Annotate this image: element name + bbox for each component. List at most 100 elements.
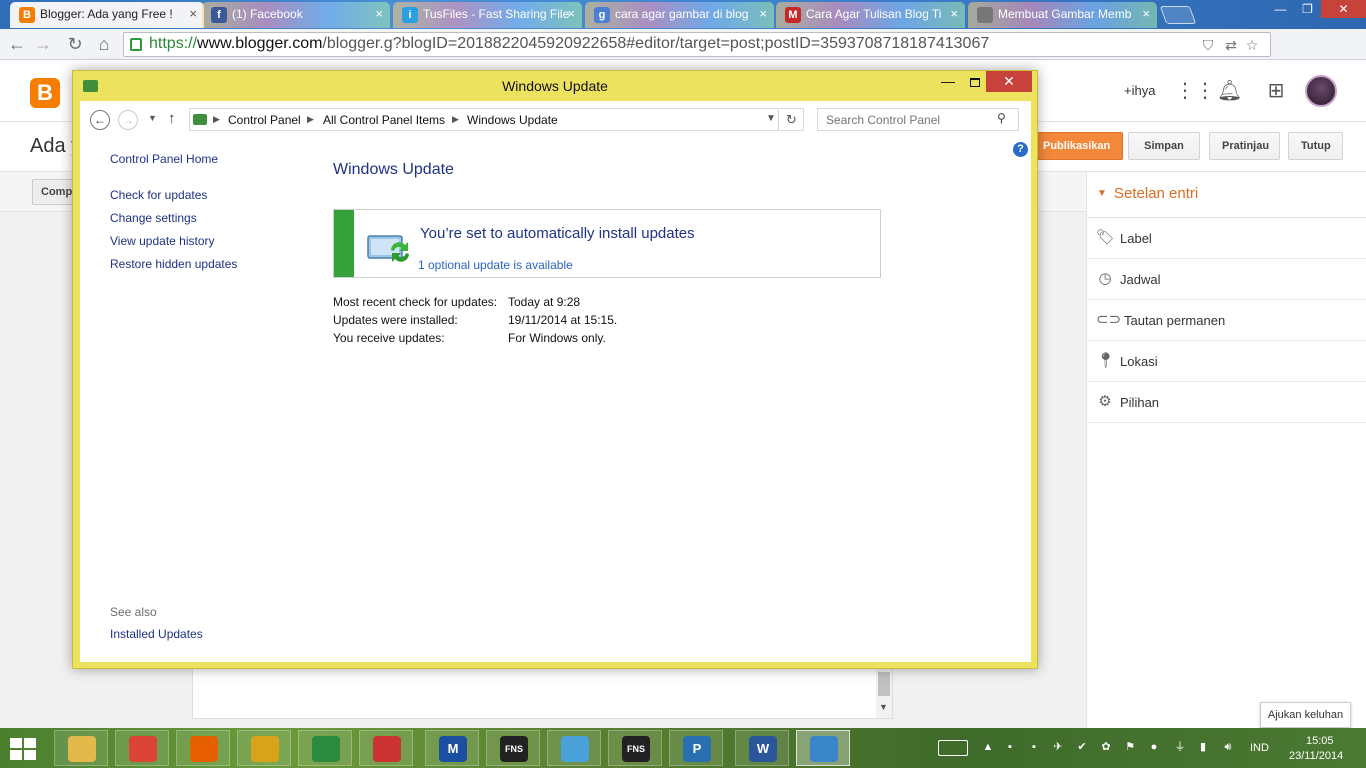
action-center-flag-icon[interactable]: ⚑ <box>1123 740 1137 754</box>
forward-arrow-icon[interactable]: → <box>32 33 54 55</box>
close-icon[interactable]: × <box>1142 2 1150 26</box>
taskbar-app-file-explorer[interactable] <box>54 730 108 766</box>
address-bar[interactable]: https://www.blogger.com/blogger.g?blogID… <box>123 32 1271 57</box>
minimize-icon[interactable]: — <box>934 73 962 93</box>
change-settings-link[interactable]: Change settings <box>110 211 197 225</box>
close-window-icon[interactable]: ✕ <box>1321 0 1366 18</box>
back-arrow-icon[interactable]: ← <box>6 33 28 55</box>
close-window-icon[interactable]: ✕ <box>986 71 1032 92</box>
breadcrumb-all-items[interactable]: All Control Panel Items <box>323 113 445 127</box>
breadcrumb-separator-icon[interactable]: ▶ <box>452 114 459 125</box>
sidebar-item-options[interactable]: ⚙ Pilihan <box>1087 382 1366 423</box>
shield-icon[interactable]: ⛉ <box>1200 37 1216 53</box>
show-hidden-icons-icon[interactable]: ▲ <box>981 740 995 754</box>
minimize-icon[interactable]: — <box>1267 0 1294 18</box>
control-panel-home-link[interactable]: Control Panel Home <box>110 152 218 166</box>
share-plus-icon[interactable]: ⊞ <box>1265 80 1287 102</box>
volume-icon[interactable]: 🔊︎ <box>1221 740 1235 754</box>
power-plug-icon[interactable]: ⏚ <box>1173 740 1187 754</box>
tray-app-icon[interactable]: ● <box>1147 740 1161 754</box>
tab-google-search[interactable]: g cara agar gambar di blog × <box>585 2 774 28</box>
taskbar-app-control-panel[interactable] <box>796 730 850 766</box>
start-button[interactable] <box>10 738 38 760</box>
taskbar-app-app-pen[interactable] <box>547 730 601 766</box>
see-also-label: See also <box>110 605 157 619</box>
search-icon[interactable]: ⚲ <box>997 111 1006 125</box>
tab-tusfiles[interactable]: i TusFiles - Fast Sharing File × <box>393 2 582 28</box>
back-arrow-icon[interactable]: ← <box>90 110 110 130</box>
close-icon[interactable]: × <box>375 2 383 26</box>
site-favicon-icon: M <box>785 7 801 23</box>
chevron-down-icon[interactable]: ▼ <box>766 113 776 124</box>
clock-time[interactable]: 15:05 <box>1306 735 1334 747</box>
clock-date[interactable]: 23/11/2014 <box>1289 750 1343 762</box>
tray-app-icon[interactable]: ▪ <box>1027 740 1041 754</box>
tray-app-icon[interactable]: ✈ <box>1051 740 1065 754</box>
close-icon[interactable]: × <box>189 2 197 26</box>
restore-hidden-updates-link[interactable]: Restore hidden updates <box>110 257 237 271</box>
post-body-editor[interactable]: ▼ <box>192 667 893 719</box>
tray-app-icon[interactable]: ✔ <box>1075 740 1089 754</box>
blogger-logo[interactable]: B <box>30 78 60 108</box>
optional-update-link[interactable]: 1 optional update is available <box>418 258 573 272</box>
taskbar-app-internet-download-manager[interactable] <box>298 730 352 766</box>
post-settings-header[interactable]: ▼ Setelan entri <box>1087 172 1366 218</box>
scrollbar-thumb[interactable] <box>878 672 890 696</box>
sidebar-item-permalink[interactable]: ⊂⊃ Tautan permanen <box>1087 300 1366 341</box>
close-icon[interactable]: × <box>950 2 958 26</box>
notifications-bell-icon[interactable]: 🔔︎ <box>1217 80 1242 102</box>
help-icon[interactable]: ? <box>1013 142 1028 157</box>
home-icon[interactable]: ⌂ <box>93 33 115 55</box>
network-signal-icon[interactable]: ▮ <box>1196 740 1210 754</box>
view-update-history-link[interactable]: View update history <box>110 234 215 248</box>
touch-keyboard-icon[interactable] <box>938 740 968 756</box>
google-plus-user-link[interactable]: +ihya <box>1124 83 1155 98</box>
close-button[interactable]: Tutup <box>1288 132 1343 160</box>
scroll-down-arrow-icon[interactable]: ▼ <box>879 702 888 712</box>
preview-button[interactable]: Pratinjau <box>1209 132 1280 160</box>
tab-facebook[interactable]: f (1) Facebook × <box>202 2 390 28</box>
taskbar-app-app-4[interactable] <box>237 730 291 766</box>
taskbar-app-app-fns-2[interactable]: FNS <box>608 730 662 766</box>
taskbar-app-app-p[interactable]: P <box>669 730 723 766</box>
taskbar-app-app-6[interactable] <box>359 730 413 766</box>
tab-membuat-gambar[interactable]: Membuat Gambar Memb × <box>968 2 1157 28</box>
tray-app-icon[interactable]: ▪ <box>1003 740 1017 754</box>
apps-grid-icon[interactable]: ⋮⋮ <box>1175 80 1215 102</box>
taskbar-app-chrome[interactable] <box>115 730 169 766</box>
window-titlebar[interactable]: Windows Update — ✕ <box>73 71 1037 101</box>
close-icon[interactable]: × <box>567 2 575 26</box>
taskbar-app-word[interactable]: W <box>735 730 789 766</box>
window-title: Windows Update <box>502 78 608 94</box>
installed-updates-link[interactable]: Installed Updates <box>110 627 203 641</box>
sidebar-item-schedule[interactable]: ◷ Jadwal <box>1087 259 1366 300</box>
save-button[interactable]: Simpan <box>1128 132 1200 160</box>
feedback-button[interactable]: Ajukan keluhan <box>1260 702 1351 728</box>
breadcrumb-windows-update[interactable]: Windows Update <box>467 113 558 127</box>
sidebar-item-label[interactable]: 🏷︎ Label <box>1087 218 1366 259</box>
translate-icon[interactable]: ⇄ <box>1223 37 1239 53</box>
restore-icon[interactable]: ❐ <box>1294 0 1321 18</box>
publish-button[interactable]: Publikasikan <box>1030 132 1124 160</box>
tab-cara-agar-tulisan[interactable]: M Cara Agar Tulisan Blog Ti × <box>776 2 965 28</box>
maximize-icon[interactable] <box>962 73 988 93</box>
refresh-icon[interactable]: ↻ <box>780 108 804 131</box>
editor-scrollbar[interactable]: ▼ <box>876 668 892 718</box>
bookmark-star-icon[interactable]: ☆ <box>1244 37 1260 53</box>
input-language-indicator[interactable]: IND <box>1250 742 1269 754</box>
avatar[interactable] <box>1305 75 1337 107</box>
taskbar-app-app-fns[interactable]: FNS <box>486 730 540 766</box>
sidebar-item-location[interactable]: 📍︎ Lokasi <box>1087 341 1366 382</box>
word-icon: W <box>749 736 777 762</box>
tray-app-icon[interactable]: ✿ <box>1099 740 1113 754</box>
taskbar-app-firefox[interactable] <box>176 730 230 766</box>
tab-blogger[interactable]: B Blogger: Ada yang Free ! × <box>10 2 204 28</box>
new-tab-button[interactable] <box>1159 6 1197 24</box>
windows-update-content: ← → ▼ ↑ ▶ Control Panel ▶ All Control Pa… <box>80 101 1031 662</box>
search-control-panel-input[interactable] <box>817 108 1019 131</box>
url-text: https://www.blogger.com/blogger.g?blogID… <box>149 35 990 52</box>
close-icon[interactable]: × <box>759 2 767 26</box>
check-for-updates-link[interactable]: Check for updates <box>110 188 207 202</box>
taskbar-app-app-m[interactable]: M <box>425 730 479 766</box>
reload-icon[interactable]: ↻ <box>64 33 86 55</box>
